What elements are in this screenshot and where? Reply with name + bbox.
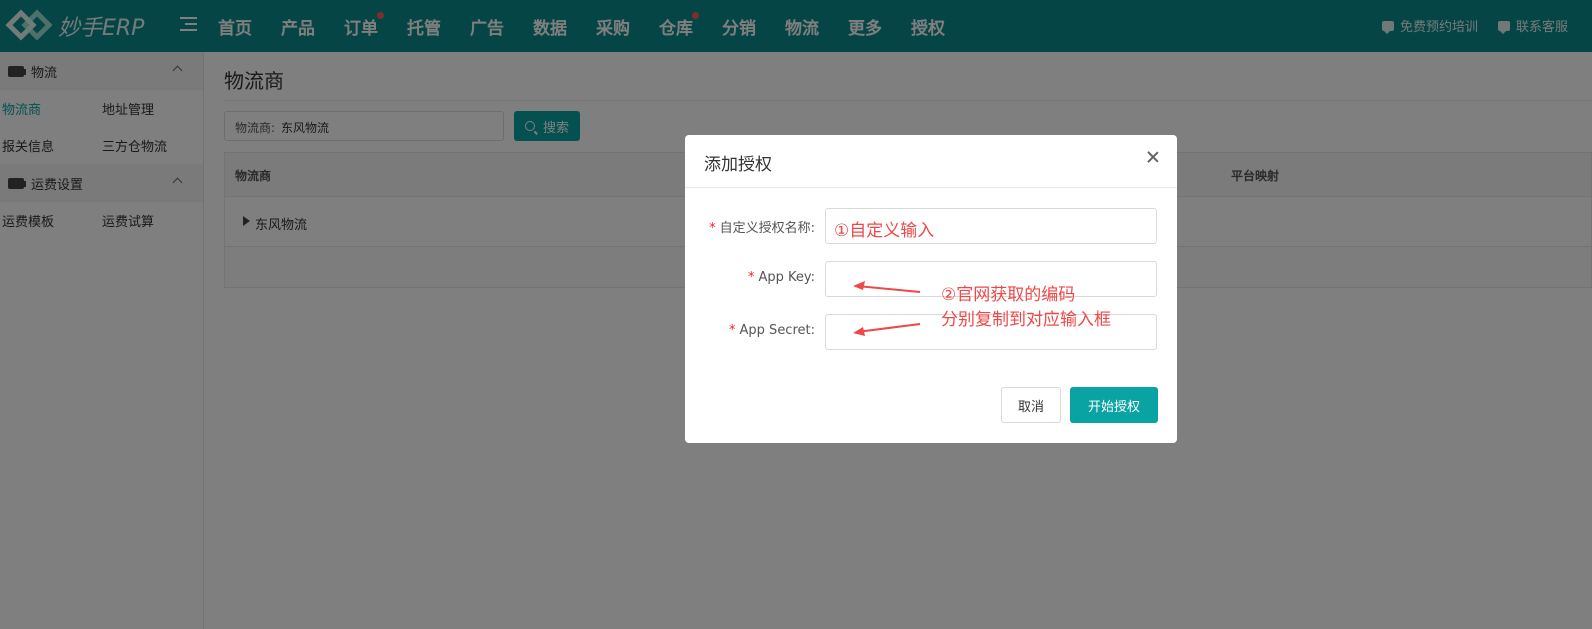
annotation-text: ②官网获取的编码 分别复制到对应输入框 xyxy=(941,285,1111,330)
cancel-button[interactable]: 取消 xyxy=(1001,387,1061,423)
start-authorization-button[interactable]: 开始授权 xyxy=(1070,387,1158,423)
add-authorization-modal: 添加授权 * 自定义授权名称: ①自定义输入 * App Key: * App Sec… xyxy=(685,135,1177,443)
